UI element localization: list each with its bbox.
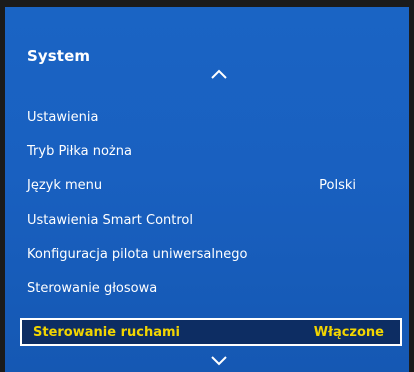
menu-item-label: Sterowanie ruchami [33,324,180,340]
chevron-up-icon[interactable] [208,67,230,81]
menu-item-sterowanie-glosowa[interactable]: Sterowanie głosowa [27,273,392,303]
menu-item-label: Konfiguracja pilota uniwersalnego [27,246,248,262]
chevron-down-icon[interactable] [208,354,230,368]
menu-item-ustawienia-smart-control[interactable]: Ustawienia Smart Control [27,205,392,235]
menu-item-value: Polski [319,177,356,193]
menu-item-label: Ustawienia [27,109,99,125]
menu-item-sterowanie-ruchami[interactable]: Sterowanie ruchami Włączone [20,318,402,346]
menu-item-ustawienia[interactable]: Ustawienia [27,102,392,132]
menu-item-jezyk-menu[interactable]: Język menu Polski [27,170,392,200]
menu-item-label: Sterowanie głosowa [27,280,158,296]
menu-item-label: Tryb Piłka nożna [27,143,132,159]
menu-item-label: Ustawienia Smart Control [27,212,193,228]
menu-title: System [27,47,91,65]
menu-item-tryb-pilka-nozna[interactable]: Tryb Piłka nożna [27,136,392,166]
menu-item-konfiguracja-pilota[interactable]: Konfiguracja pilota uniwersalnego [27,239,392,269]
system-menu-panel: System Ustawienia Tryb Piłka nożna Język… [5,7,409,372]
menu-item-label: Język menu [27,177,103,193]
menu-item-value: Włączone [313,324,384,340]
